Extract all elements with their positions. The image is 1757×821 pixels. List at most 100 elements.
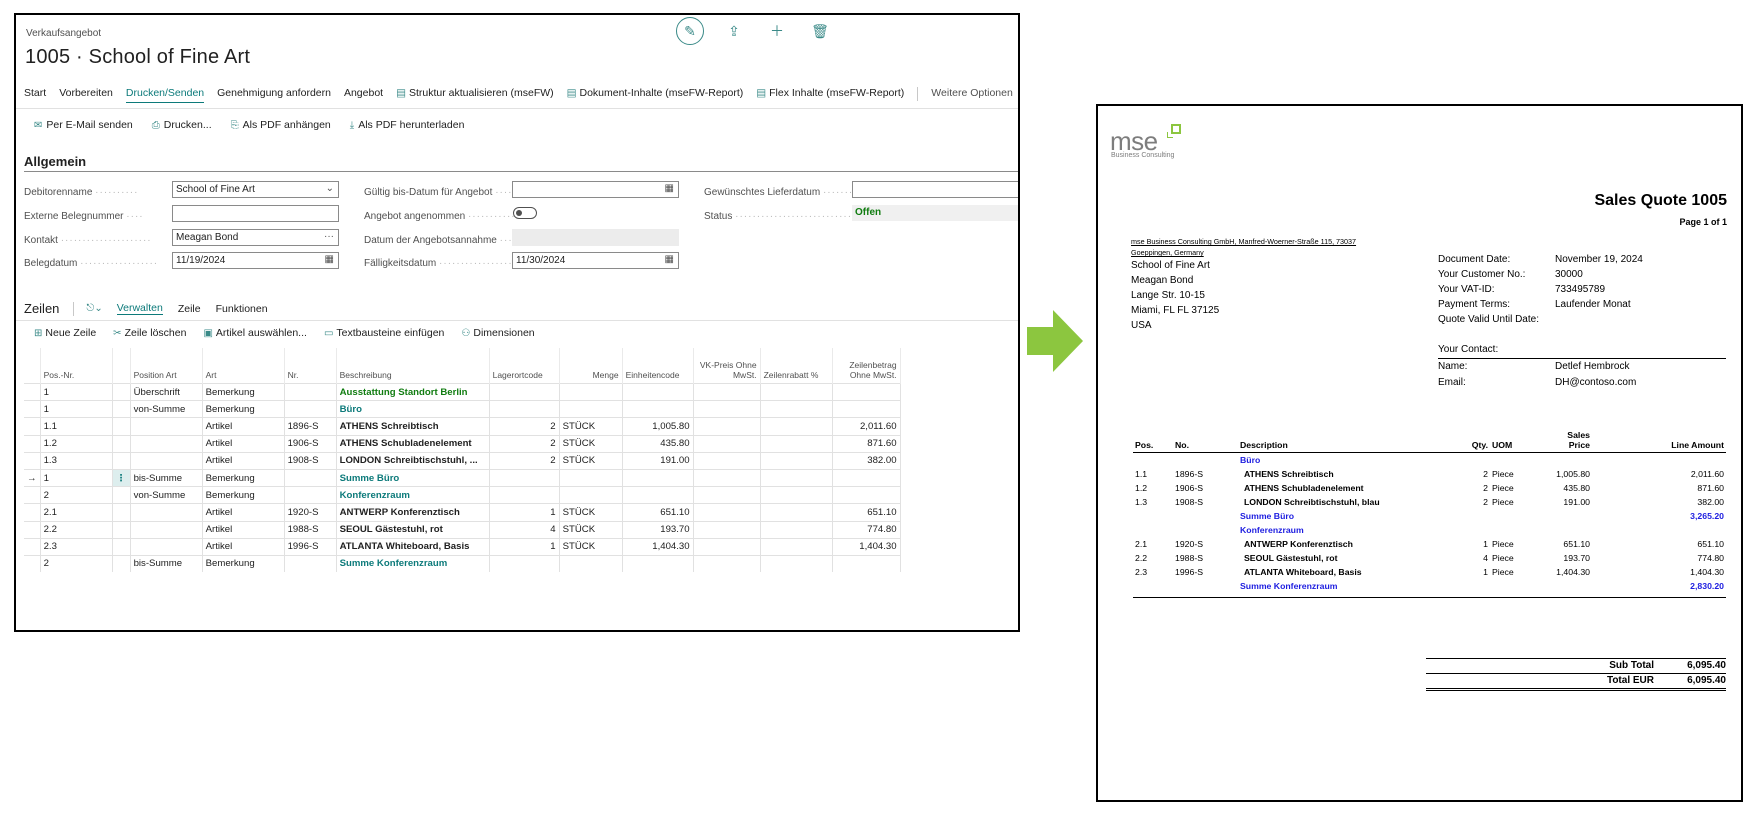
table-cell[interactable]: Artikel bbox=[202, 451, 285, 470]
table-cell[interactable]: 774.80 bbox=[832, 520, 901, 539]
table-cell[interactable] bbox=[489, 400, 560, 418]
table-cell[interactable]: Summe Konferenzraum bbox=[336, 554, 490, 573]
table-cell[interactable] bbox=[24, 520, 41, 539]
table-cell[interactable] bbox=[693, 451, 761, 470]
lieferdatum-field[interactable] bbox=[852, 181, 1018, 198]
table-cell[interactable]: SEOUL Gästestuhl, rot bbox=[336, 520, 490, 539]
table-cell[interactable]: 1 bbox=[489, 537, 560, 556]
table-cell[interactable] bbox=[112, 486, 131, 504]
table-cell[interactable] bbox=[693, 486, 761, 504]
table-cell[interactable] bbox=[832, 486, 901, 504]
table-row[interactable]: 1 Überschrift Bemerkung Ausstattung Standor… bbox=[24, 382, 901, 401]
table-cell[interactable]: 1.1 bbox=[40, 417, 113, 436]
menu-vorbereiten[interactable]: Vorbereiten bbox=[59, 87, 113, 103]
table-cell[interactable] bbox=[112, 417, 131, 436]
lines-title[interactable]: Zeilen bbox=[24, 301, 59, 316]
table-cell[interactable]: 1 bbox=[40, 382, 113, 401]
kontakt-field[interactable]: Meagan Bond ··· bbox=[172, 229, 339, 246]
menu-struktur[interactable]: ▤ Struktur aktualisieren (mseFW) bbox=[396, 87, 554, 103]
select-items-button[interactable]: ▣ Artikel auswählen... bbox=[203, 327, 307, 339]
table-row[interactable]: 2.1 Artikel 1920-S ANTWERP Konferenztisch 1 S… bbox=[24, 503, 901, 521]
table-cell[interactable] bbox=[760, 468, 833, 487]
table-cell[interactable] bbox=[693, 468, 761, 487]
table-cell[interactable] bbox=[693, 537, 761, 556]
table-cell[interactable]: 2 bbox=[489, 451, 560, 470]
new-line-button[interactable]: ⊞ Neue Zeile bbox=[34, 327, 96, 339]
table-cell[interactable] bbox=[489, 382, 560, 401]
table-cell[interactable]: bis-Summe bbox=[130, 468, 203, 487]
table-cell[interactable] bbox=[284, 400, 337, 418]
table-cell[interactable]: 871.60 bbox=[832, 434, 901, 453]
col-header[interactable]: VK-Preis Ohne MwSt. bbox=[693, 348, 761, 384]
table-cell[interactable] bbox=[112, 554, 131, 573]
table-cell[interactable] bbox=[24, 417, 41, 436]
col-header[interactable]: Art bbox=[202, 348, 285, 384]
dimensions-button[interactable]: ⚇ Dimensionen bbox=[461, 327, 534, 339]
table-cell[interactable] bbox=[760, 417, 833, 436]
section-allgemein[interactable]: Allgemein bbox=[24, 154, 86, 169]
table-cell[interactable] bbox=[622, 382, 694, 401]
table-cell[interactable] bbox=[130, 537, 203, 556]
table-cell[interactable] bbox=[832, 382, 901, 401]
table-cell[interactable] bbox=[284, 486, 337, 504]
table-cell[interactable]: 1 bbox=[40, 468, 113, 487]
table-cell[interactable]: ⋮ bbox=[112, 468, 131, 487]
table-cell[interactable] bbox=[832, 554, 901, 573]
table-cell[interactable]: → bbox=[24, 468, 41, 487]
menu-start[interactable]: Start bbox=[24, 87, 46, 103]
col-header[interactable]: Einheitencode bbox=[622, 348, 694, 384]
table-row[interactable]: 1.2 Artikel 1906-S ATHENS Schubladenelement… bbox=[24, 434, 901, 453]
col-header[interactable]: Lagerortcode bbox=[489, 348, 560, 384]
table-cell[interactable]: Bemerkung bbox=[202, 554, 285, 573]
table-cell[interactable] bbox=[760, 382, 833, 401]
table-cell[interactable] bbox=[24, 434, 41, 453]
table-cell[interactable]: 1,404.30 bbox=[832, 537, 901, 556]
table-cell[interactable] bbox=[760, 554, 833, 573]
table-cell[interactable] bbox=[284, 468, 337, 487]
table-cell[interactable] bbox=[693, 434, 761, 453]
table-cell[interactable] bbox=[760, 503, 833, 521]
table-cell[interactable]: 2 bbox=[489, 417, 560, 436]
print-button[interactable]: ⎙ Drucken... bbox=[152, 119, 212, 131]
table-cell[interactable]: STÜCK bbox=[559, 434, 623, 453]
table-cell[interactable]: 1988-S bbox=[284, 520, 337, 539]
table-cell[interactable]: STÜCK bbox=[559, 417, 623, 436]
lines-menu-funktionen[interactable]: Funktionen bbox=[216, 303, 268, 315]
table-cell[interactable] bbox=[760, 486, 833, 504]
table-cell[interactable]: 1896-S bbox=[284, 417, 337, 436]
table-cell[interactable] bbox=[760, 400, 833, 418]
table-cell[interactable]: Artikel bbox=[202, 503, 285, 521]
table-cell[interactable]: 1908-S bbox=[284, 451, 337, 470]
table-cell[interactable]: 2.3 bbox=[40, 537, 113, 556]
table-cell[interactable]: 2,011.60 bbox=[832, 417, 901, 436]
table-cell[interactable] bbox=[130, 434, 203, 453]
table-row[interactable]: 1 von-Summe Bemerkung Büro bbox=[24, 400, 901, 418]
debitorenname-field[interactable]: School of Fine Art ⌄ bbox=[172, 181, 339, 198]
table-cell[interactable] bbox=[112, 503, 131, 521]
table-cell[interactable]: von-Summe bbox=[130, 486, 203, 504]
table-cell[interactable]: 1 bbox=[40, 400, 113, 418]
menu-drucken-senden[interactable]: Drucken/Senden bbox=[125, 87, 205, 103]
table-cell[interactable]: von-Summe bbox=[130, 400, 203, 418]
table-cell[interactable] bbox=[832, 468, 901, 487]
menu-dokument-inhalte[interactable]: ▤ Dokument-Inhalte (mseFW-Report) bbox=[567, 87, 744, 103]
table-cell[interactable] bbox=[760, 537, 833, 556]
table-cell[interactable] bbox=[112, 434, 131, 453]
table-cell[interactable] bbox=[489, 468, 560, 487]
col-header[interactable]: Position Art bbox=[130, 348, 203, 384]
table-row[interactable]: → 1 ⋮ bis-Summe Bemerkung Summe Büro bbox=[24, 468, 901, 487]
table-cell[interactable]: Bemerkung bbox=[202, 382, 285, 401]
table-row[interactable]: 1.3 Artikel 1908-S LONDON Schreibtischstuhl… bbox=[24, 451, 901, 470]
table-cell[interactable]: ATHENS Schubladenelement bbox=[336, 434, 490, 453]
table-cell[interactable]: Artikel bbox=[202, 520, 285, 539]
table-cell[interactable] bbox=[112, 451, 131, 470]
table-cell[interactable]: ATLANTA Whiteboard, Basis bbox=[336, 537, 490, 556]
table-cell[interactable] bbox=[622, 554, 694, 573]
table-cell[interactable]: 651.10 bbox=[832, 503, 901, 521]
table-cell[interactable] bbox=[622, 486, 694, 504]
menu-flex-inhalte[interactable]: ▤ Flex Inhalte (mseFW-Report) bbox=[756, 87, 904, 103]
table-row[interactable]: 1.1 Artikel 1896-S ATHENS Schreibtisch 2 STÜC… bbox=[24, 417, 901, 436]
table-cell[interactable]: 2 bbox=[40, 486, 113, 504]
table-cell[interactable] bbox=[112, 537, 131, 556]
trash-icon[interactable]: 🗑 bbox=[807, 18, 833, 44]
